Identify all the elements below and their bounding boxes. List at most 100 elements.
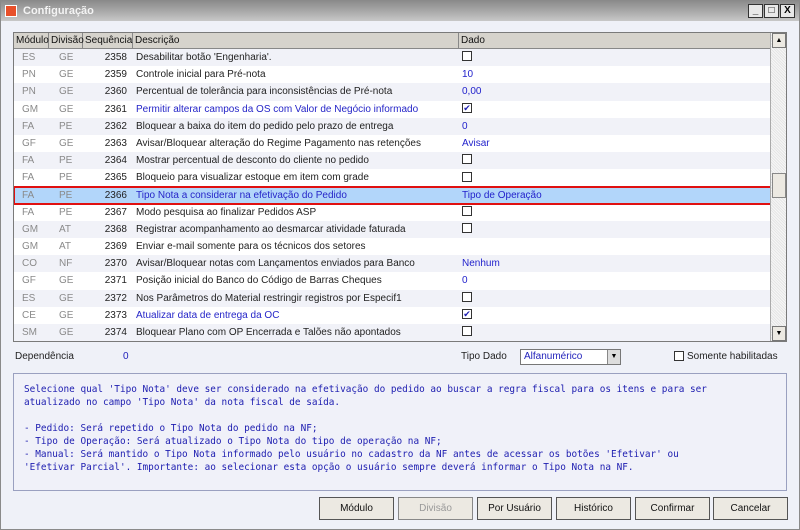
cell-modulo: GM	[22, 241, 39, 253]
column-header-modulo[interactable]: Módulo	[14, 33, 49, 48]
table-row[interactable]: SM GE 2374 Bloquear Plano com OP Encerrada …	[14, 324, 786, 341]
table-row[interactable]: PN GE 2360 Percentual de tolerância para in…	[14, 83, 786, 101]
dado-value: Nenhum	[462, 258, 500, 270]
cell-dado[interactable]: 0,00	[459, 83, 772, 100]
cell-modulo: GM	[22, 223, 39, 235]
scroll-up-icon[interactable]: ▲	[772, 33, 786, 48]
cell-dado[interactable]	[459, 49, 772, 66]
cell-dado[interactable]: ✔	[459, 101, 772, 118]
cell-descricao: Mostrar percentual de desconto do client…	[136, 155, 369, 167]
column-header-dado[interactable]: Dado	[459, 33, 772, 48]
cell-modulo: PN	[22, 69, 36, 81]
dado-value: 0	[462, 275, 468, 287]
cell-descricao: Permitir alterar campos da OS com Valor …	[136, 103, 419, 115]
cell-descricao: Enviar e-mail somente para os técnicos d…	[136, 241, 366, 253]
checked-checkbox[interactable]: ✔	[462, 309, 472, 320]
scroll-thumb[interactable]	[772, 173, 786, 198]
column-header-divisao[interactable]: Divisão	[49, 33, 84, 48]
cell-dado[interactable]	[459, 169, 772, 186]
cell-dado[interactable]	[459, 221, 772, 238]
cell-divisao: NF	[59, 258, 73, 270]
cell-divisao: PE	[59, 189, 73, 201]
cell-dado[interactable]: Avisar	[459, 135, 772, 152]
cell-dado[interactable]: Tipo de Operação	[459, 187, 772, 204]
table-row[interactable]: FA PE 2364 Mostrar percentual de desconto d…	[14, 152, 786, 170]
cell-divisao: GE	[59, 103, 74, 115]
cell-dado[interactable]	[459, 238, 772, 255]
table-row[interactable]: FA PE 2362 Bloquear a baixa do item do pedi…	[14, 117, 786, 135]
table-row[interactable]: FA PE 2365 Bloqueio para visualizar estoque…	[14, 169, 786, 186]
scroll-down-icon[interactable]: ▼	[772, 326, 786, 341]
checkbox[interactable]	[462, 206, 472, 217]
cell-divisao: GE	[59, 137, 74, 149]
cell-dado[interactable]: 0	[459, 272, 772, 289]
cell-dado[interactable]: Nenhum	[459, 255, 772, 272]
checkbox[interactable]	[462, 51, 472, 62]
historico-button[interactable]: Histórico	[556, 497, 631, 520]
checked-checkbox[interactable]: ✔	[462, 102, 472, 113]
cell-dado[interactable]: ✔	[459, 307, 772, 324]
divisao-button[interactable]: Divisão	[398, 497, 473, 520]
close-button[interactable]: X	[780, 4, 795, 18]
cancelar-button[interactable]: Cancelar	[713, 497, 788, 520]
table-row[interactable]: FA PE 2367 Modo pesquisa ao finalizar Pedid…	[14, 204, 786, 221]
table-row[interactable]: PN GE 2359 Controle inicial para Pré-nota 10	[14, 66, 786, 83]
cell-divisao: GE	[59, 69, 74, 81]
column-header-sequencia[interactable]: Sequência	[83, 33, 133, 48]
cell-divisao: PE	[59, 155, 73, 167]
cell-dado[interactable]	[459, 324, 772, 341]
cell-modulo: GF	[22, 275, 36, 287]
chevron-down-icon[interactable]: ▼	[607, 350, 620, 364]
cell-modulo: FA	[22, 155, 35, 167]
table-row[interactable]: CE GE 2373 Atualizar data de entrega da OC ✔	[14, 307, 786, 324]
maximize-button[interactable]: □	[764, 4, 779, 18]
table-row[interactable]: GF GE 2363 Avisar/Bloquear alteração do Reg…	[14, 135, 786, 152]
table-row[interactable]: GM AT 2368 Registrar acompanhamento ao desm…	[14, 220, 786, 239]
checkbox[interactable]	[462, 154, 472, 165]
checkbox[interactable]	[462, 223, 472, 234]
cell-dado[interactable]: 10	[459, 66, 772, 83]
cell-modulo: CO	[22, 258, 37, 270]
confirmar-button[interactable]: Confirmar	[635, 497, 710, 520]
cell-dado[interactable]: 0	[459, 118, 772, 135]
cell-dado[interactable]	[459, 152, 772, 169]
table-row[interactable]: CO NF 2370 Avisar/Bloquear notas com Lançam…	[14, 255, 786, 273]
config-grid: Módulo Divisão Sequência Descrição Dado …	[13, 32, 787, 342]
table-row[interactable]: GM AT 2369 Enviar e-mail somente para os té…	[14, 238, 786, 255]
cell-sequencia: 2362	[104, 120, 127, 132]
cell-modulo: FA	[22, 120, 35, 132]
somente-habilitadas-checkbox[interactable]	[674, 351, 684, 361]
cell-divisao: GE	[59, 52, 74, 63]
table-row[interactable]: FA PE 2366 Tipo Nota a considerar na efetiv…	[14, 185, 786, 205]
cell-descricao: Registrar acompanhamento ao desmarcar at…	[136, 223, 406, 235]
checkbox[interactable]	[462, 326, 472, 337]
cell-divisao: GE	[59, 275, 74, 287]
checkbox[interactable]	[462, 291, 472, 302]
cell-descricao: Avisar/Bloquear notas com Lançamentos en…	[136, 258, 415, 270]
cell-sequencia: 2373	[104, 309, 127, 321]
somente-habilitadas-label: Somente habilitadas	[687, 351, 778, 362]
description-memo[interactable]: Selecione qual 'Tipo Nota' deve ser cons…	[13, 373, 787, 491]
table-row[interactable]: ES GE 2372 Nos Parâmetros do Material restr…	[14, 289, 786, 307]
cell-sequencia: 2374	[104, 327, 127, 338]
table-row[interactable]: ES GE 2358 Desabilitar botão 'Engenharia'.	[14, 49, 786, 67]
cell-sequencia: 2365	[104, 172, 127, 184]
minimize-button[interactable]: _	[748, 4, 763, 18]
cell-sequencia: 2368	[104, 223, 127, 235]
tipo-dado-select[interactable]: Alfanumérico ▼	[520, 349, 621, 365]
cell-dado[interactable]	[459, 204, 772, 221]
cell-divisao: PE	[59, 120, 73, 132]
cell-descricao: Bloquear Plano com OP Encerrada e Talões…	[136, 327, 401, 338]
table-row[interactable]: GF GE 2371 Posição inicial do Banco do Códi…	[14, 272, 786, 289]
table-row[interactable]: GM GE 2361 Permitir alterar campos da OS co…	[14, 101, 786, 118]
modulo-button[interactable]: Módulo	[319, 497, 394, 520]
por-usuario-button[interactable]: Por Usuário	[477, 497, 552, 520]
cell-modulo: FA	[22, 189, 35, 201]
cell-dado[interactable]	[459, 290, 772, 307]
cell-descricao: Desabilitar botão 'Engenharia'.	[136, 52, 272, 63]
cell-sequencia: 2371	[104, 275, 127, 287]
column-header-descricao[interactable]: Descrição	[133, 33, 459, 48]
checkbox[interactable]	[462, 171, 472, 182]
dado-value: Tipo de Operação	[462, 189, 542, 201]
vertical-scrollbar[interactable]: ▲ ▼	[770, 33, 786, 341]
